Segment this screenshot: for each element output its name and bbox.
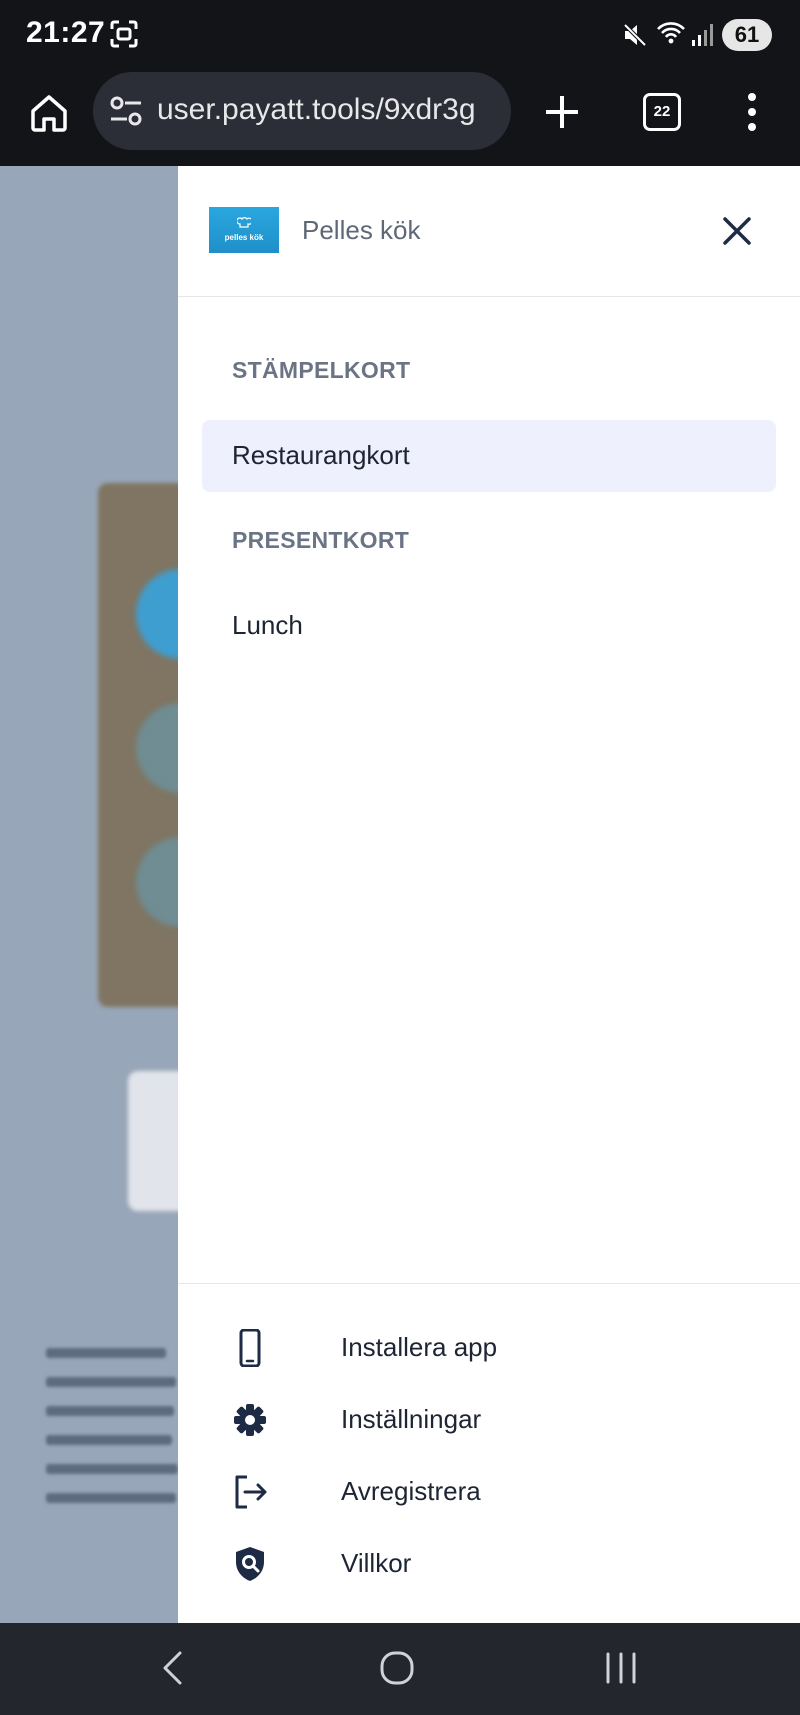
battery-icon: 61 [722,19,772,51]
status-time: 21:27 [26,16,106,49]
phone-icon [239,1329,261,1367]
logout-icon [235,1475,267,1509]
menu-item-label: Lunch [232,610,303,640]
footer-label: Installera app [341,1332,498,1362]
url-text: user.payatt.tools/9xdr3g [157,93,476,126]
tabs-icon[interactable]: 22 [643,93,681,131]
store-logo: pelles kök [209,207,279,253]
drawer-header: pelles kök Pelles kök [178,166,800,297]
footer-label: Inställningar [341,1404,482,1434]
close-icon[interactable] [718,212,756,250]
status-bar: 21:27 61 [0,0,800,70]
blurred-text [46,1348,178,1522]
navigation-drawer: pelles kök Pelles kök STÄMPELKORT Restau… [178,166,800,1623]
menu-item-label: Restaurangkort [232,440,410,470]
home-circle-icon[interactable] [372,1643,422,1693]
terms-button[interactable]: Villkor [178,1528,800,1600]
mute-icon [623,23,647,47]
back-icon[interactable] [148,1643,198,1693]
blurred-box [128,1071,178,1211]
page-overlay[interactable] [0,166,178,1623]
menu-item-restaurangkort[interactable]: Restaurangkort [202,420,776,492]
menu-item-lunch[interactable]: Lunch [202,590,776,662]
settings-button[interactable]: Inställningar [178,1384,800,1456]
address-bar[interactable]: user.payatt.tools/9xdr3g [93,72,511,150]
store-name: Pelles kök [302,215,421,245]
unregister-button[interactable]: Avregistrera [178,1456,800,1528]
section-label-presentkort: PRESENTKORT [232,527,410,553]
chef-hat-icon [237,217,251,228]
plus-icon[interactable] [540,90,584,134]
screenshot-icon [110,20,138,48]
more-vert-icon[interactable] [740,90,764,134]
logo-text: pelles kök [224,233,264,242]
site-settings-icon[interactable] [109,95,143,127]
signal-icon [692,24,713,46]
footer-label: Villkor [341,1548,412,1578]
footer-label: Avregistrera [341,1476,481,1506]
shield-search-icon [236,1547,264,1581]
system-nav-bar [0,1623,800,1715]
browser-toolbar: user.payatt.tools/9xdr3g 22 [0,70,800,166]
gear-icon [234,1404,266,1436]
install-app-button[interactable]: Installera app [178,1312,800,1384]
wifi-icon [657,22,685,44]
home-icon[interactable] [26,90,72,136]
section-label-stampelkort: STÄMPELKORT [232,357,411,383]
drawer-footer: Installera app Inställningar Avregistrer… [178,1283,800,1624]
recents-icon[interactable] [596,1643,646,1693]
